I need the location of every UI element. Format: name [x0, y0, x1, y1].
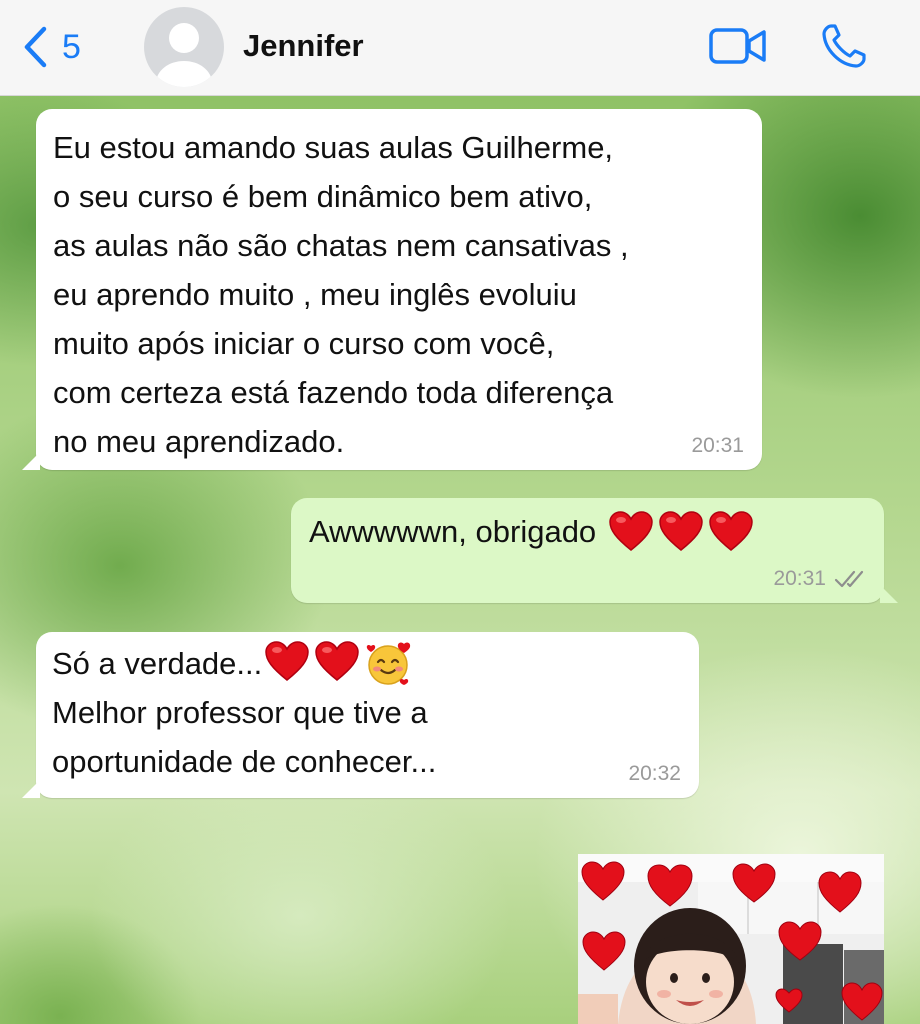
incoming-message[interactable]: Só a verdade... Melhor professor que tiv…: [22, 632, 699, 798]
contact-name[interactable]: Jennifer: [243, 28, 364, 64]
message-time: 20:31: [691, 434, 744, 457]
incoming-message[interactable]: Eu estou amando suas aulas Guilherme, o …: [22, 109, 762, 470]
heart-icon: [265, 641, 310, 681]
message-time: 20:32: [628, 762, 681, 785]
emoji-group: [264, 640, 412, 686]
heart-icon: [609, 511, 653, 551]
bubble-tail: [880, 585, 898, 603]
message-text: Só a verdade...: [52, 645, 263, 681]
heart-icon: [709, 511, 753, 551]
bubble-tail: [22, 452, 40, 470]
message-time: 20:31: [773, 567, 826, 590]
chat-header: 5 Jennifer: [0, 0, 920, 96]
unread-count: 5: [62, 27, 81, 66]
sticker-photo-icon: [578, 854, 884, 1024]
message-text: Awwwwwn, obrigado: [309, 513, 597, 549]
voice-call-button[interactable]: [820, 22, 868, 75]
back-button[interactable]: 5: [22, 22, 81, 72]
message-text: Eu estou amando suas aulas Guilherme, o …: [53, 130, 629, 459]
message-line: Awwwwwn, obrigado: [309, 506, 868, 556]
video-call-button[interactable]: [708, 26, 768, 71]
image-message[interactable]: [578, 854, 884, 1024]
heart-icon: [659, 511, 703, 551]
message-line: Só a verdade...: [52, 638, 681, 688]
video-camera-icon: [709, 28, 766, 64]
outgoing-message[interactable]: Awwwwwn, obrigado 20:31: [291, 498, 898, 603]
emoji-group: [608, 510, 754, 552]
chevron-left-icon: [24, 26, 47, 68]
bubble-tail: [22, 780, 40, 798]
default-avatar-icon: [156, 23, 212, 87]
read-receipt-icon: [834, 570, 864, 588]
smiling-face-with-hearts-icon: [367, 642, 411, 685]
phone-icon: [822, 24, 866, 68]
heart-icon: [315, 641, 360, 681]
avatar[interactable]: [144, 7, 224, 87]
message-text: Melhor professor que tive a oportunidade…: [52, 695, 437, 779]
